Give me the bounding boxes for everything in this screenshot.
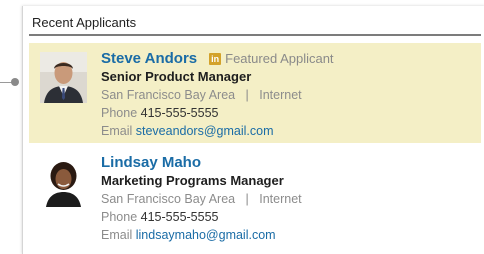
phone-label: Phone (101, 106, 138, 120)
avatar[interactable] (40, 156, 87, 207)
email-label: Email (101, 228, 133, 242)
applicant-location-industry: San Francisco Bay Area | Internet (101, 192, 302, 209)
avatar-photo-icon (40, 156, 87, 207)
phone-number: 415-555-5555 (140, 210, 219, 224)
phone-row: Phone 415-555-5555 (101, 106, 334, 123)
applicant-title: Marketing Programs Manager (101, 173, 284, 188)
email-link[interactable]: lindsaymaho@gmail.com (136, 228, 276, 242)
email-row: Email lindsaymaho@gmail.com (101, 228, 302, 245)
title-divider (29, 34, 481, 36)
separator (239, 88, 246, 102)
applicant-name-link[interactable]: Lindsay Maho (101, 154, 201, 171)
phone-row: Phone 415-555-5555 (101, 210, 302, 227)
recent-applicants-panel: Recent Applicants Steve Andors in Featur… (22, 6, 484, 254)
avatar-photo-icon (40, 52, 87, 103)
applicant-row-featured[interactable]: Steve Andors in Featured Applicant Senio… (29, 43, 481, 143)
applicant-industry: Internet (259, 88, 302, 102)
applicant-industry: Internet (259, 192, 302, 206)
applicant-name-link[interactable]: Steve Andors (101, 50, 197, 67)
linkedin-in-icon: in (209, 52, 222, 65)
email-link[interactable]: steveandors@gmail.com (136, 124, 274, 138)
phone-number: 415-555-5555 (140, 106, 219, 120)
email-row: Email steveandors@gmail.com (101, 124, 334, 141)
applicant-row[interactable]: Lindsay Maho Marketing Programs Manager … (29, 147, 481, 247)
applicant-location: San Francisco Bay Area (101, 192, 236, 206)
connector-dot-icon (11, 78, 19, 86)
email-label: Email (101, 124, 133, 138)
applicant-title: Senior Product Manager (101, 69, 252, 84)
avatar[interactable] (40, 52, 87, 103)
featured-applicant-label: Featured Applicant (225, 51, 334, 66)
applicant-location-industry: San Francisco Bay Area | Internet (101, 88, 334, 105)
applicant-location: San Francisco Bay Area (101, 88, 236, 102)
panel-title: Recent Applicants (32, 15, 137, 30)
phone-label: Phone (101, 210, 138, 224)
